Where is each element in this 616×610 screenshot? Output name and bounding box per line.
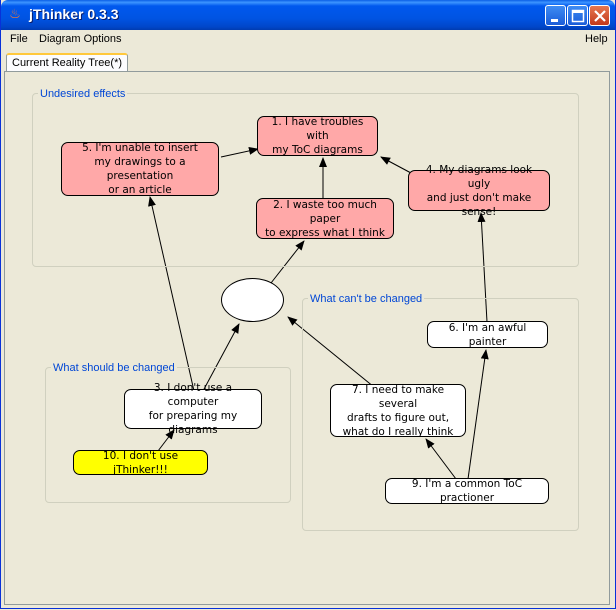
java-cup-icon: ♨ (9, 7, 21, 22)
group-label-undesired-effects: Undesired effects (38, 88, 128, 101)
node-6[interactable]: 6. I'm an awful painter (427, 321, 548, 348)
tab-current-reality-tree[interactable]: Current Reality Tree(*) (6, 53, 129, 73)
close-button[interactable] (589, 5, 610, 26)
node-9[interactable]: 9. I'm a common ToC practioner (385, 478, 549, 504)
maximize-button[interactable] (567, 5, 588, 26)
group-label-cant-be-changed: What can't be changed (308, 293, 425, 306)
node-ellipse[interactable] (221, 278, 284, 322)
group-label-should-be-changed: What should be changed (51, 362, 177, 375)
node-5[interactable]: 5. I'm unable to insert my drawings to a… (61, 142, 219, 196)
menu-diagram-options[interactable]: Diagram Options (39, 33, 122, 45)
node-7[interactable]: 7. I need to make several drafts to figu… (330, 384, 466, 438)
node-10[interactable]: 10. I don't use jThinker!!! (73, 450, 208, 476)
close-icon (594, 10, 606, 22)
menu-help[interactable]: Help (585, 33, 608, 45)
node-1[interactable]: 1. I have troubles with my ToC diagrams (257, 116, 378, 156)
tab-strip: Current Reality Tree(*) (1, 49, 615, 73)
node-2[interactable]: 2. I waste too much paper to express wha… (256, 198, 394, 239)
node-4[interactable]: 4. My diagrams look ugly and just don't … (408, 164, 550, 218)
node-3[interactable]: 3. I don't use a computer for preparing … (124, 382, 262, 436)
window-title: jThinker 0.3.3 (29, 6, 119, 22)
minimize-button[interactable] (545, 5, 566, 26)
minimize-icon (551, 19, 558, 22)
menu-file[interactable]: File (10, 33, 28, 45)
maximize-icon (571, 9, 585, 23)
title-bar[interactable]: ♨ jThinker 0.3.3 (1, 0, 615, 30)
menu-bar: File Diagram Options Help (1, 30, 615, 49)
